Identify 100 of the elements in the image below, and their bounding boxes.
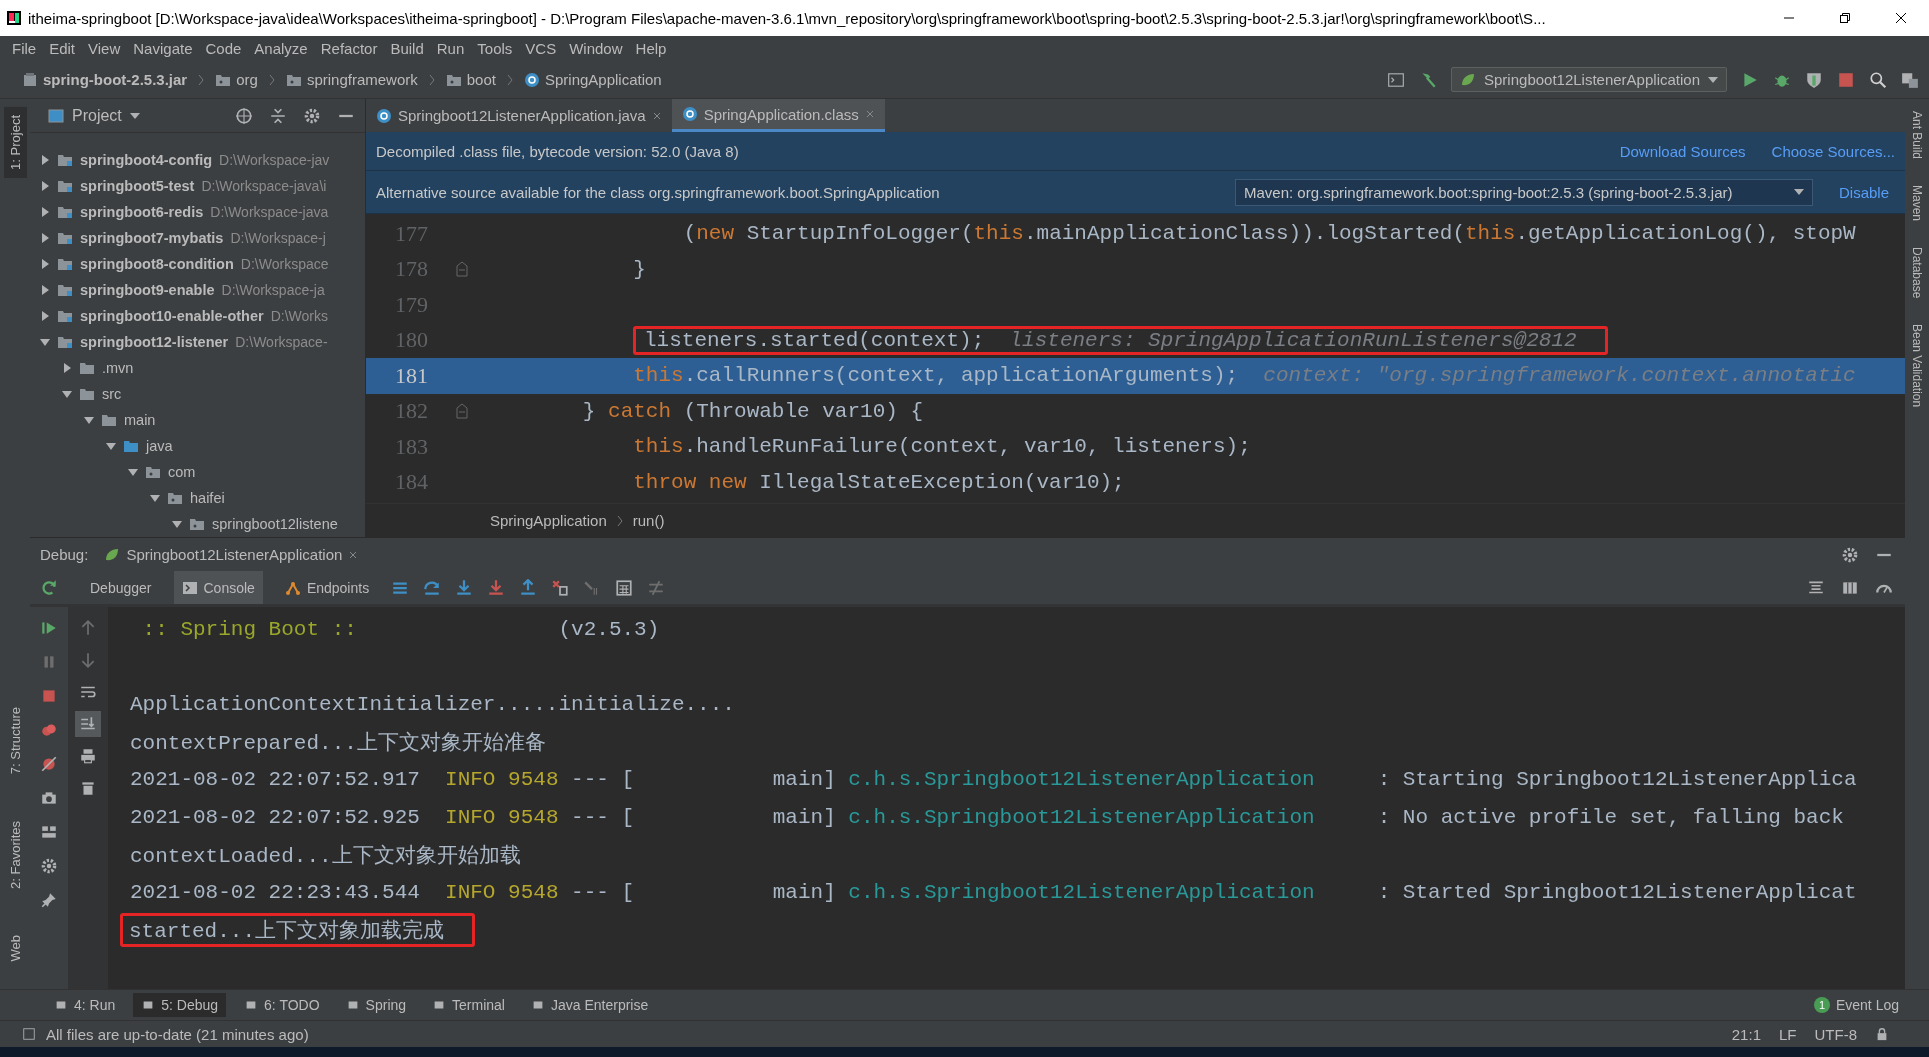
source-dropdown[interactable]: Maven: org.springframework.boot:spring-boot:2.5.3 (spring-boot-2.5.3.jar) — [1234, 178, 1813, 206]
breadcrumb-item[interactable]: SpringApplication — [544, 71, 662, 88]
caret-down-icon[interactable] — [172, 519, 182, 529]
menu-item[interactable]: Refactor — [320, 40, 378, 57]
settings-icon[interactable] — [1841, 545, 1859, 564]
caret-down-icon[interactable] — [128, 467, 138, 477]
menu-item[interactable]: Help — [635, 40, 667, 57]
menu-item[interactable]: Edit — [49, 40, 76, 57]
fold-marker-icon[interactable] — [456, 403, 468, 420]
menu-item[interactable]: VCS — [525, 40, 557, 57]
caret-down-icon[interactable] — [62, 389, 72, 399]
caret-down-icon[interactable] — [129, 112, 140, 119]
restart-icon[interactable] — [40, 578, 58, 597]
settings-icon[interactable] — [40, 857, 58, 875]
locate-crosshair-icon[interactable] — [235, 106, 253, 125]
tool-window-tab[interactable]: Database — [1910, 247, 1924, 299]
debug-session-tab[interactable]: Springboot12ListenerApplication — [104, 546, 359, 563]
tool-window-tab[interactable]: Web — [3, 926, 27, 969]
tool-window-tab[interactable]: Bean Validation — [1910, 324, 1924, 408]
link[interactable]: Choose Sources... — [1771, 142, 1895, 160]
menu-item[interactable]: Analyze — [254, 40, 308, 57]
link[interactable]: Disable — [1838, 183, 1889, 201]
trash-icon[interactable] — [79, 779, 97, 797]
caret-down-icon[interactable] — [106, 441, 116, 451]
tree-item[interactable]: main — [124, 412, 156, 428]
settings-icon[interactable] — [303, 106, 321, 125]
tool-window-tab[interactable]: 1: Project — [3, 107, 27, 178]
pin-icon[interactable] — [40, 891, 58, 909]
menu-item[interactable]: Tools — [477, 40, 513, 57]
breadcrumb-item[interactable]: run() — [632, 512, 665, 529]
tree-item[interactable]: haifei — [190, 490, 225, 506]
breadcrumb-item[interactable]: SpringApplication — [490, 512, 607, 529]
panel-title[interactable]: Project — [72, 106, 122, 125]
tool-window-tab[interactable]: 2: Favorites — [3, 812, 27, 897]
tree-item[interactable]: springboot5-test — [80, 178, 195, 194]
panel-toggle-icon[interactable] — [22, 1027, 36, 1041]
coverage-shield-icon[interactable] — [1805, 70, 1823, 89]
breadcrumb-item[interactable]: boot — [466, 71, 496, 88]
menu-item[interactable]: File — [12, 40, 37, 57]
breadcrumb-item[interactable]: springframework — [306, 71, 418, 88]
caret-right-icon[interactable] — [40, 155, 50, 165]
step-into-icon[interactable] — [455, 578, 474, 597]
debug-tab[interactable]: Debugger — [82, 571, 160, 604]
tree-item[interactable]: springboot12listene — [212, 516, 338, 532]
tool-window-tab[interactable]: 6: TODO — [236, 993, 328, 1017]
breadcrumb-item[interactable]: org — [236, 71, 258, 88]
tool-window-tab[interactable]: 4: Run — [46, 993, 124, 1017]
tree-item[interactable]: springboot9-enable — [80, 282, 215, 298]
menu-item[interactable]: Window — [569, 40, 623, 57]
caret-right-icon[interactable] — [40, 181, 50, 191]
tool-window-tab[interactable]: 5: Debug — [133, 993, 227, 1017]
stop-icon[interactable] — [40, 687, 58, 705]
printer-icon[interactable] — [79, 747, 97, 765]
arrow-down-icon[interactable] — [79, 651, 97, 669]
tree-item[interactable]: springboot7-mybatis — [80, 230, 224, 246]
menu-item[interactable]: Navigate — [133, 40, 193, 57]
tool-window-tab[interactable]: Java Enterprise — [522, 993, 657, 1017]
camera-icon[interactable] — [40, 789, 58, 807]
caret-right-icon[interactable] — [62, 363, 72, 373]
search-icon[interactable] — [1869, 70, 1887, 89]
tree-item[interactable]: springboot8-condition — [80, 256, 234, 272]
project-structure-icon[interactable] — [1901, 70, 1919, 89]
debug-tab[interactable]: Console — [173, 571, 263, 604]
collapse-all-icon[interactable] — [269, 106, 287, 125]
tree-item[interactable]: springboot4-config — [80, 152, 213, 168]
event-log-tab[interactable]: 1 Event Log — [1813, 997, 1899, 1013]
caret-down-icon[interactable] — [84, 415, 94, 425]
caret-right-icon[interactable] — [40, 259, 50, 269]
editor-tab[interactable]: SpringApplication.class — [671, 99, 885, 132]
breakpoints-icon[interactable] — [40, 721, 58, 739]
step-out-icon[interactable] — [519, 578, 538, 597]
menu-item[interactable]: Run — [436, 40, 465, 57]
tree-item[interactable]: com — [168, 464, 196, 480]
link[interactable]: Download Sources — [1619, 142, 1746, 160]
lock-icon[interactable] — [1875, 1027, 1889, 1041]
menu-item[interactable]: Code — [205, 40, 242, 57]
caret-down-icon[interactable] — [40, 337, 50, 347]
caret-right-icon[interactable] — [40, 311, 50, 321]
run-configuration-dropdown[interactable]: Springboot12ListenerApplication — [1451, 67, 1727, 92]
line-separator[interactable]: LF — [1779, 1025, 1797, 1043]
fold-marker-icon[interactable] — [456, 261, 468, 278]
caret-position[interactable]: 21:1 — [1731, 1025, 1761, 1043]
close-icon[interactable] — [1895, 12, 1907, 24]
tree-item[interactable]: springboot10-enable-other — [80, 308, 264, 324]
drop-frame-icon[interactable] — [551, 578, 570, 597]
caret-right-icon[interactable] — [40, 233, 50, 243]
tree-item[interactable]: springboot6-redis — [80, 204, 204, 220]
terminal-window-icon[interactable] — [1387, 70, 1405, 89]
breadcrumb-item[interactable]: spring-boot-2.5.3.jar — [43, 71, 188, 88]
layout-icon[interactable] — [40, 823, 58, 841]
resume-icon[interactable] — [40, 619, 58, 637]
run-icon[interactable] — [1741, 70, 1759, 89]
tree-item[interactable]: springboot12-listener — [80, 334, 229, 350]
menu-item[interactable]: Build — [390, 40, 424, 57]
arrow-up-icon[interactable] — [79, 619, 97, 637]
caret-right-icon[interactable] — [40, 207, 50, 217]
restore-icon[interactable] — [1839, 12, 1851, 24]
menu-item[interactable]: View — [88, 40, 121, 57]
tree-item[interactable]: java — [146, 438, 173, 454]
force-step-into-icon[interactable] — [487, 578, 506, 597]
